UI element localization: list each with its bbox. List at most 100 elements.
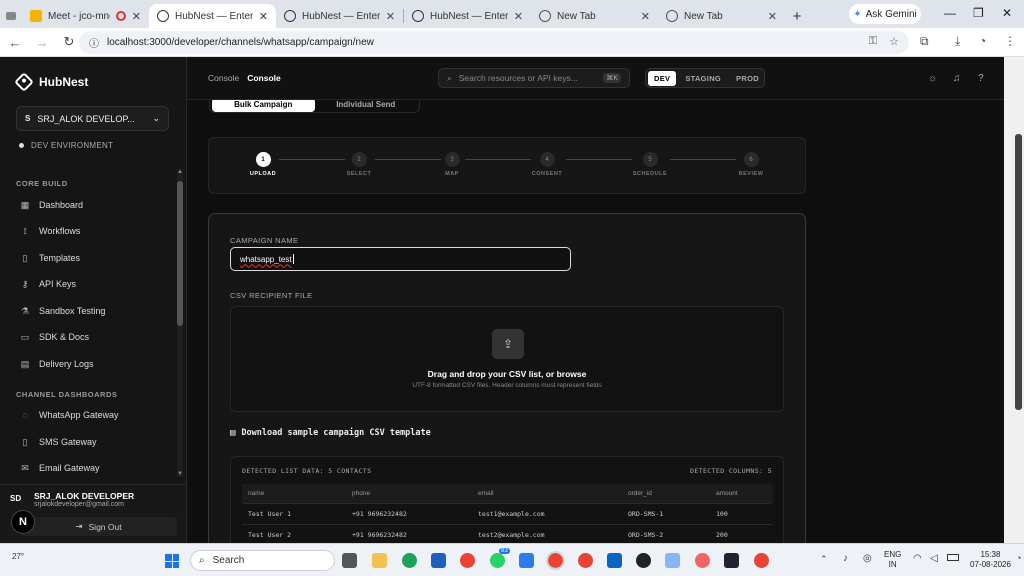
store-icon[interactable] — [431, 553, 446, 568]
upload-icon[interactable]: ⇪ — [492, 329, 524, 359]
chrome-icon[interactable] — [754, 553, 769, 568]
restore-icon[interactable]: ❐ — [973, 6, 984, 20]
browser-tab-active[interactable]: HubNest — Enterprise ✕ — [149, 4, 276, 28]
close-icon[interactable]: ✕ — [132, 10, 141, 23]
volume-icon[interactable]: ◁ — [930, 553, 938, 564]
step-upload[interactable]: 1 UPLOAD — [233, 152, 293, 177]
step-select[interactable]: 2 SELECT — [329, 152, 389, 177]
sign-out-button[interactable]: ⇥ Sign Out — [20, 517, 177, 536]
step-consent[interactable]: 4 CONSENT — [517, 152, 577, 177]
browser-tab[interactable]: New Tab ✕ — [531, 4, 658, 28]
sidebar-item-whatsapp[interactable]: ◌ WhatsApp Gateway — [20, 410, 118, 420]
browser-tab[interactable]: HubNest — Enterprise ✕ — [404, 4, 531, 28]
search-input[interactable]: ⌕ Search resources or API keys... ⌘K — [438, 68, 630, 88]
step-schedule[interactable]: 5 SCHEDULE — [620, 152, 680, 177]
scroll-down-icon[interactable]: ▼ — [177, 471, 183, 477]
bookmark-star-icon[interactable]: ☆ — [889, 35, 899, 48]
sidebar-item-sdk-docs[interactable]: ▭ SDK & Docs — [20, 332, 89, 343]
extensions-icon[interactable]: ⧉ — [920, 34, 929, 49]
app-icon[interactable] — [724, 553, 739, 568]
site-info-icon[interactable]: ⓘ — [89, 35, 99, 50]
close-icon[interactable]: ✕ — [259, 10, 268, 23]
back-icon[interactable]: ← — [3, 35, 27, 50]
app-icon[interactable] — [695, 553, 710, 568]
close-icon[interactable]: ✕ — [641, 10, 650, 23]
scroll-up-icon[interactable]: ▲ — [177, 169, 183, 175]
new-tab-button[interactable]: + — [785, 4, 809, 28]
download-template-link[interactable]: ▤ Download sample campaign CSV template — [230, 428, 431, 438]
scrollbar-thumb[interactable] — [177, 181, 183, 326]
weather-widget[interactable]: 27° — [12, 552, 24, 561]
sidebar-item-workflows[interactable]: ⟟ Workflows — [20, 226, 80, 237]
campaign-name-input[interactable]: whatsapp_test — [230, 247, 571, 271]
chrome-profile-icon[interactable] — [578, 553, 593, 568]
chevron-up-icon[interactable]: ⌃ — [820, 554, 828, 565]
minimize-icon[interactable]: — — [944, 6, 956, 20]
page-scrollbar-thumb[interactable] — [1015, 134, 1022, 410]
chrome-icon[interactable] — [460, 553, 475, 568]
env-tab-dev[interactable]: DEV — [648, 70, 677, 86]
sidebar-item-delivery-logs[interactable]: ▤ Delivery Logs — [20, 359, 94, 370]
app-icon[interactable] — [665, 553, 680, 568]
org-selector[interactable]: S SRJ_ALOK DEVELOP... ⌄ — [16, 106, 169, 131]
dev-tools-badge[interactable]: N — [11, 510, 35, 534]
browser-tab[interactable]: Meet - jco-mnoe ✕ — [22, 4, 149, 28]
close-icon[interactable]: ✕ — [386, 10, 395, 23]
step-label: MAP — [445, 171, 459, 177]
sun-icon[interactable]: ☼ — [928, 73, 937, 84]
chatgpt-icon[interactable] — [636, 553, 651, 568]
taskbar-search[interactable]: ⌕ Search — [190, 550, 335, 571]
windows-start-icon[interactable] — [165, 554, 179, 568]
breadcrumb: Console Console — [208, 73, 281, 83]
reload-icon[interactable]: ↻ — [57, 34, 81, 50]
env-tab-staging[interactable]: STAGING — [679, 71, 727, 86]
clock[interactable]: 15:38 07-08-2026 — [970, 550, 1011, 570]
chrome-active-icon[interactable] — [546, 551, 565, 570]
vscode-icon[interactable] — [519, 553, 534, 568]
close-window-icon[interactable]: ✕ — [1002, 6, 1012, 20]
help-icon[interactable]: ? — [978, 73, 984, 84]
close-icon[interactable]: ✕ — [514, 10, 523, 23]
sidebar-item-sms[interactable]: ▯ SMS Gateway — [20, 437, 97, 448]
tab-bulk-campaign[interactable]: Bulk Campaign — [212, 100, 315, 112]
sidebar-item-api-keys[interactable]: ⚷ API Keys — [20, 279, 76, 290]
step-map[interactable]: 3 MAP — [422, 152, 482, 177]
breadcrumb-parent[interactable]: Console — [208, 73, 239, 83]
browser-tab[interactable]: HubNest — Enterprise ✕ — [276, 4, 403, 28]
sidebar-item-email[interactable]: ✉ Email Gateway — [20, 463, 99, 474]
download-icon[interactable]: ⤓ — [955, 34, 960, 49]
key-icon[interactable]: ⚿ — [869, 35, 877, 48]
task-view-icon[interactable] — [342, 553, 357, 568]
tab-individual-send[interactable]: Individual Send — [315, 100, 418, 112]
close-icon[interactable]: ✕ — [768, 10, 777, 23]
whatsapp-badge: 83 — [499, 548, 510, 554]
avatar[interactable]: SD — [10, 494, 21, 503]
brand-logo[interactable]: HubNest — [14, 72, 88, 92]
notification-icon[interactable]: ◔ — [1016, 553, 1021, 563]
address-bar[interactable]: ⓘ localhost:3000/developer/channels/what… — [79, 31, 909, 54]
profile-icon[interactable]: ◔ — [979, 34, 986, 48]
language-indicator[interactable]: ENG IN — [884, 550, 901, 570]
sidebar-item-templates[interactable]: ▯ Templates — [20, 253, 81, 264]
step-review[interactable]: 6 REVIEW — [721, 152, 781, 177]
battery-icon[interactable] — [947, 554, 959, 561]
whatsapp-icon[interactable] — [490, 553, 505, 568]
wifi-icon[interactable]: ◠ — [913, 553, 922, 564]
edge-icon[interactable] — [402, 553, 417, 568]
app-icon[interactable] — [607, 553, 622, 568]
tab-search-icon[interactable] — [0, 4, 22, 28]
ask-gemini-button[interactable]: ✦ Ask Gemini — [849, 4, 921, 24]
search-placeholder: Search resources or API keys... — [458, 73, 578, 83]
file-explorer-icon[interactable] — [372, 553, 387, 568]
forward-icon[interactable]: → — [30, 35, 54, 50]
location-icon[interactable]: ◎ — [863, 553, 872, 564]
sidebar-scrollbar[interactable]: ▲ ▼ — [177, 169, 183, 477]
env-tab-prod[interactable]: PROD — [730, 71, 765, 86]
browser-tab[interactable]: New Tab ✕ — [658, 4, 785, 28]
menu-dots-icon[interactable]: ⋮ — [1004, 34, 1016, 48]
mic-icon[interactable]: ♪ — [843, 553, 848, 564]
sidebar-item-dashboard[interactable]: ▦ Dashboard — [20, 200, 83, 211]
csv-dropzone[interactable]: ⇪ Drag and drop your CSV list, or browse… — [230, 306, 784, 412]
bell-icon[interactable]: ♫ — [953, 73, 961, 84]
sidebar-item-sandbox[interactable]: ⚗ Sandbox Testing — [20, 306, 105, 317]
